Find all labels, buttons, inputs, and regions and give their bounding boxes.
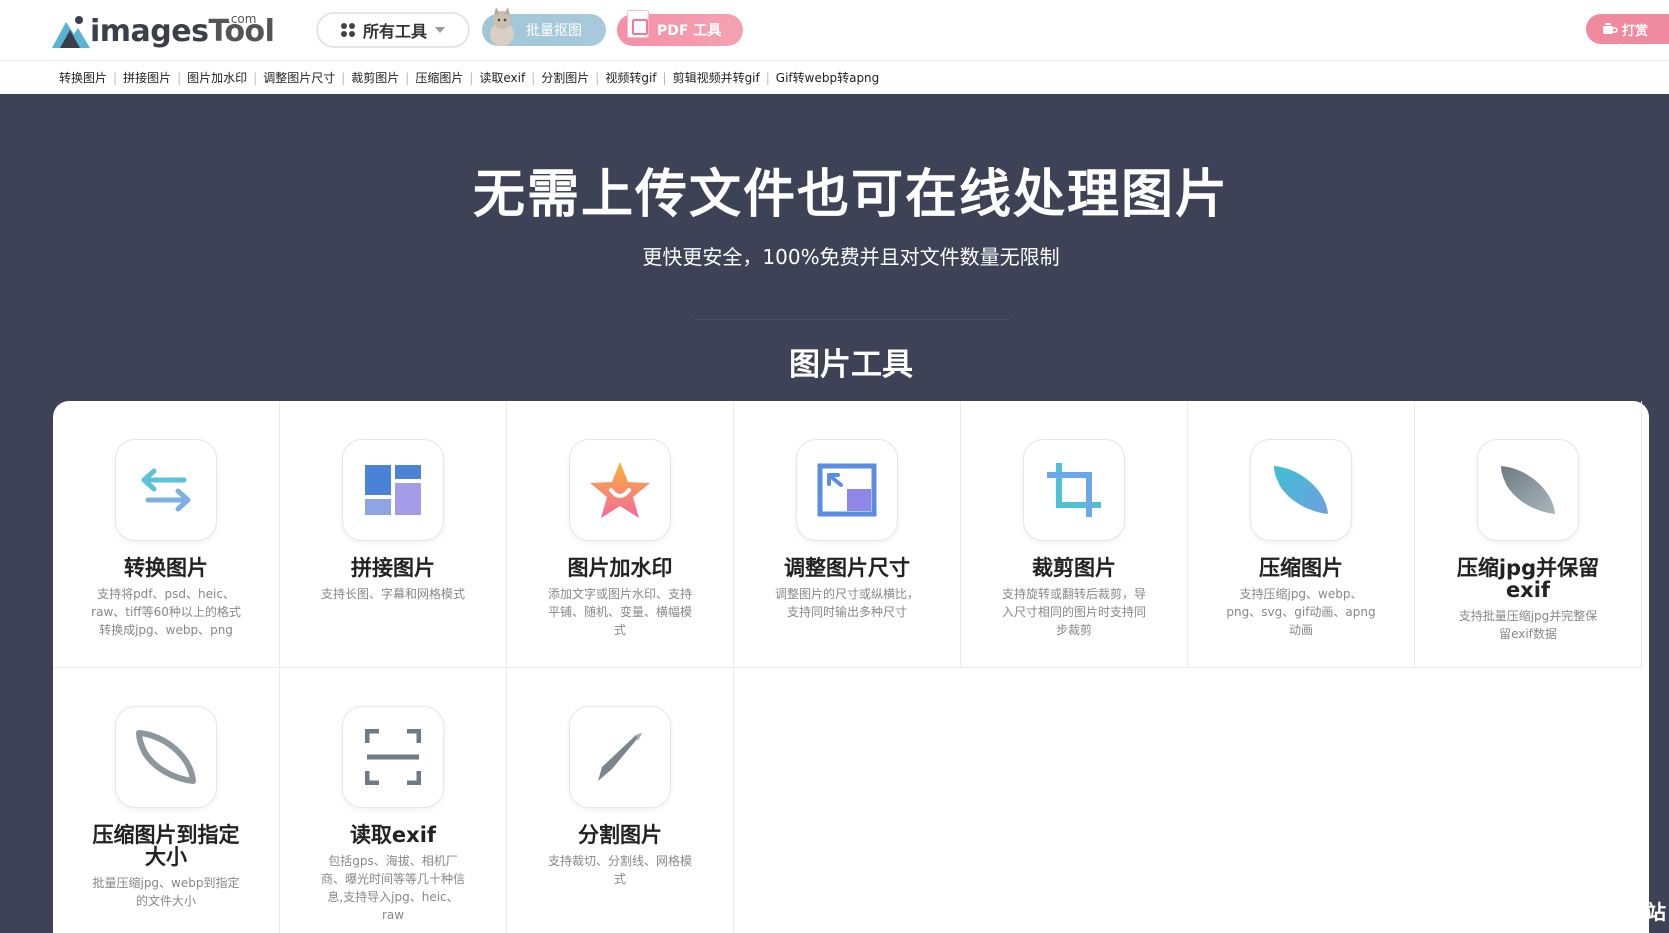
nav-watermark[interactable]: 图片加水印	[187, 69, 247, 86]
scan-icon	[365, 729, 421, 785]
tool-desc: 支持将pdf、psd、heic、raw、tiff等60种以上的格式转换成jpg、…	[91, 587, 241, 637]
collage-icon	[365, 465, 421, 515]
tool-card-convert[interactable]: 转换图片 支持将pdf、psd、heic、raw、tiff等60种以上的格式转换…	[53, 401, 280, 668]
crop-icon	[1047, 463, 1101, 517]
tool-desc: 添加文字或图片水印、支持平铺、随机、变量、横幅模式	[547, 587, 692, 637]
tool-desc: 支持压缩jpg、webp、png、svg、gif动画、apng动画	[1226, 587, 1376, 637]
tool-desc: 调整图片的尺寸或纵横比，支持同时输出多种尺寸	[774, 587, 919, 619]
coffee-cup-icon	[1603, 23, 1618, 34]
star-watermark-icon	[590, 462, 650, 518]
leaf-gray-icon	[1501, 466, 1555, 514]
nav-convert[interactable]: 转换图片	[59, 69, 107, 86]
tool-name: 分割图片	[578, 823, 662, 847]
tool-card-stitch[interactable]: 拼接图片 支持长图、字幕和网格模式	[280, 401, 507, 668]
top-header: imagesTool .com 所有工具 批量抠图 PDF 工具 打赏	[0, 0, 1669, 60]
donate-label: 打赏	[1622, 23, 1649, 39]
nav-separator: |	[405, 70, 410, 85]
nav-exif[interactable]: 读取exif	[479, 69, 525, 86]
nav-clip-video-gif[interactable]: 剪辑视频并转gif	[673, 69, 760, 86]
tool-name: 读取exif	[349, 823, 437, 847]
hero-subtitle: 更快更安全，100%免费并且对文件数量无限制	[642, 245, 1060, 269]
batch-cutout-button[interactable]: 批量抠图	[482, 7, 606, 46]
tool-desc: 支持长图、字幕和网格模式	[320, 587, 465, 601]
section-title: 图片工具	[789, 347, 913, 383]
site-logo[interactable]: imagesTool .com	[52, 8, 275, 50]
nav-crop[interactable]: 裁剪图片	[351, 69, 399, 86]
tool-desc: 支持批量压缩jpg并完整保留exif数据	[1458, 609, 1598, 641]
nav-separator: |	[177, 70, 182, 85]
pdf-tools-label: PDF 工具	[657, 23, 722, 39]
knife-icon	[598, 733, 642, 781]
nav-separator: |	[253, 70, 258, 85]
tool-name: 压缩jpg并保留exif	[1456, 556, 1600, 602]
nav-separator: |	[341, 70, 346, 85]
donate-button[interactable]: 打赏	[1586, 14, 1669, 44]
batch-cutout-label: 批量抠图	[526, 23, 582, 39]
leaf-outline-icon	[136, 730, 196, 784]
tool-card-compress-size[interactable]: 压缩图片到指定大小 批量压缩jpg、webp到指定的文件大小	[53, 668, 280, 933]
tool-name: 压缩图片	[1259, 556, 1343, 580]
tool-desc: 支持裁切、分割线、网格模式	[547, 854, 692, 886]
tool-name: 裁剪图片	[1032, 556, 1116, 580]
resize-icon	[817, 463, 877, 517]
tool-nav-bar: 转换图片 | 拼接图片 | 图片加水印 | 调整图片尺寸 | 裁剪图片 | 压缩图片 | 读…	[0, 60, 1669, 94]
nav-separator: |	[765, 70, 770, 85]
tool-desc: 支持旋转或翻转后裁剪，导入尺寸相同的图片时支持同步裁剪	[1001, 587, 1146, 637]
nav-separator: |	[113, 70, 118, 85]
grid-dots-icon	[340, 23, 355, 37]
nav-gif-webp-apng[interactable]: Gif转webp转apng	[776, 69, 879, 86]
all-tools-label: 所有工具	[362, 22, 427, 41]
nav-video-gif[interactable]: 视频转gif	[605, 69, 656, 86]
leaf-icon	[1274, 466, 1328, 514]
logo-mountain-icon	[52, 14, 90, 50]
nav-separator: |	[595, 70, 600, 85]
tool-name: 调整图片尺寸	[784, 556, 910, 580]
nav-resize[interactable]: 调整图片尺寸	[263, 69, 335, 86]
tool-card-resize[interactable]: 调整图片尺寸 调整图片的尺寸或纵横比，支持同时输出多种尺寸	[734, 401, 961, 668]
nav-separator: |	[469, 70, 474, 85]
tools-grid: 转换图片 支持将pdf、psd、heic、raw、tiff等60种以上的格式转换…	[53, 401, 1649, 933]
tool-card-exif[interactable]: 读取exif 包括gps、海拔、相机厂商、曝光时间等等几十种信息,支持导入jpg…	[280, 668, 507, 933]
convert-arrows-icon	[141, 468, 191, 512]
chevron-down-icon	[435, 27, 445, 33]
tool-card-crop[interactable]: 裁剪图片 支持旋转或翻转后裁剪，导入尺寸相同的图片时支持同步裁剪	[961, 401, 1188, 668]
tool-card-watermark[interactable]: 图片加水印 添加文字或图片水印、支持平铺、随机、变量、横幅模式	[507, 401, 734, 668]
all-tools-dropdown[interactable]: 所有工具	[316, 12, 470, 48]
nav-separator: |	[531, 70, 536, 85]
logo-com: .com	[227, 12, 257, 26]
tool-card-compress-exif[interactable]: 压缩jpg并保留exif 支持批量压缩jpg并完整保留exif数据	[1415, 401, 1642, 668]
hero-divider	[694, 319, 1010, 320]
tool-name: 拼接图片	[351, 556, 435, 580]
tool-desc: 包括gps、海拔、相机厂商、曝光时间等等几十种信息,支持导入jpg、heic、r…	[320, 854, 465, 922]
nav-separator: |	[662, 70, 667, 85]
corner-floating-text[interactable]: 站	[1646, 896, 1666, 925]
nav-stitch[interactable]: 拼接图片	[123, 69, 171, 86]
pdf-file-icon	[627, 10, 649, 38]
nav-split[interactable]: 分割图片	[541, 69, 589, 86]
tool-card-compress[interactable]: 压缩图片 支持压缩jpg、webp、png、svg、gif动画、apng动画	[1188, 401, 1415, 668]
tool-card-split[interactable]: 分割图片 支持裁切、分割线、网格模式	[507, 668, 734, 933]
tool-desc: 批量压缩jpg、webp到指定的文件大小	[92, 876, 240, 908]
tool-name: 转换图片	[124, 556, 208, 580]
pdf-tools-button[interactable]: PDF 工具	[617, 10, 743, 46]
tool-name: 图片加水印	[567, 556, 673, 580]
hero-title: 无需上传文件也可在线处理图片	[472, 165, 1229, 225]
cat-icon	[490, 7, 514, 46]
nav-compress[interactable]: 压缩图片	[415, 69, 463, 86]
tool-name: 压缩图片到指定大小	[92, 823, 240, 869]
